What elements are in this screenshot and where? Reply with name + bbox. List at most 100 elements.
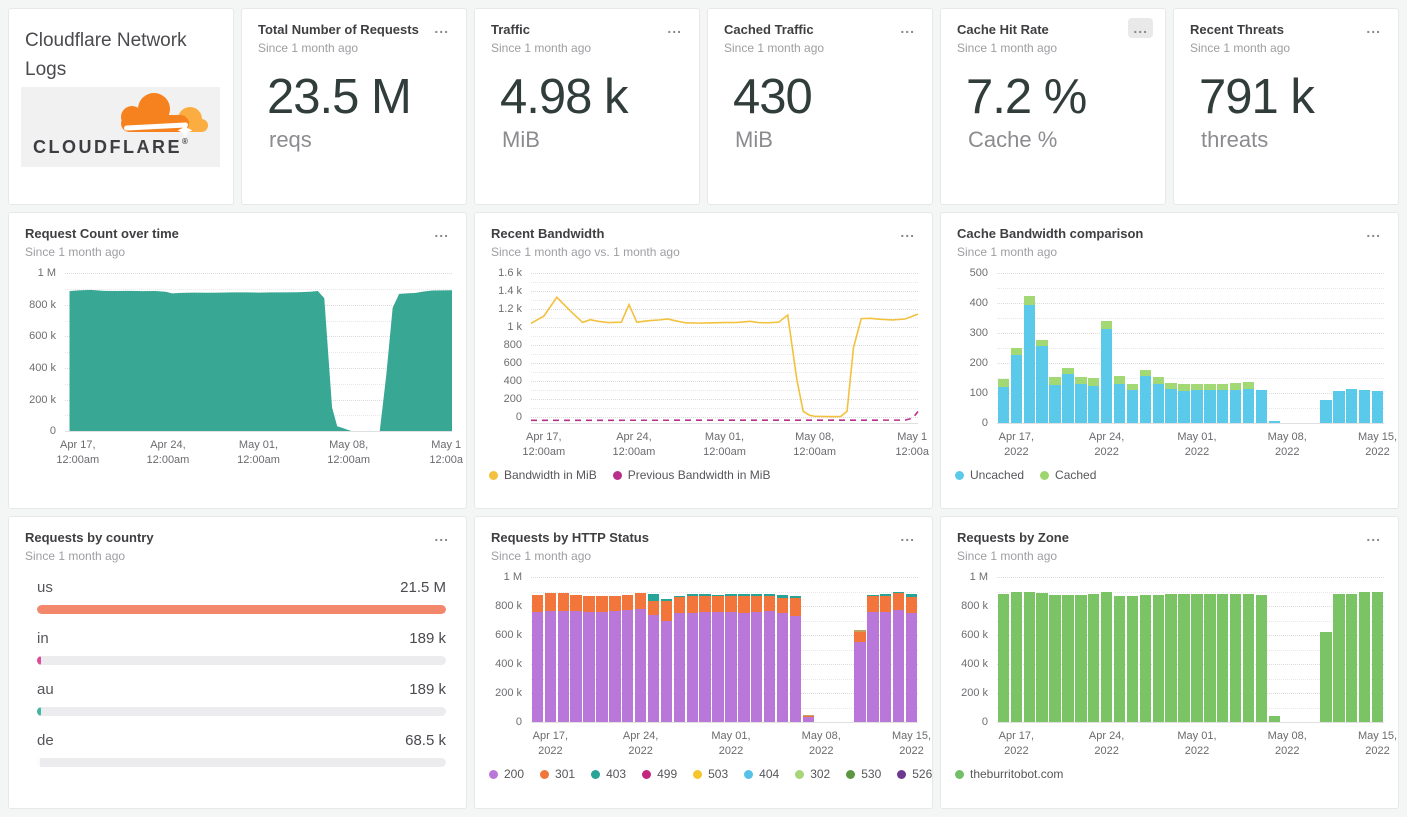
recent-bandwidth-chart[interactable]: 1.6 k 1.4 k 1.2 k 1 k 800 600 400 200 0: [498, 267, 919, 424]
panel-menu-icon[interactable]: ...: [895, 222, 920, 242]
chart-bar: [570, 594, 582, 723]
bar-segment: [997, 593, 1010, 723]
request-count-chart[interactable]: 1 M 800 k 600 k 400 k 200 k 0: [29, 267, 452, 437]
legend-item[interactable]: 403: [591, 767, 626, 781]
panel-menu-icon[interactable]: ...: [895, 526, 920, 546]
chart-bar: [1242, 594, 1255, 723]
x-axis-label: Apr 24, 12:00am: [146, 439, 190, 466]
panel-title: Requests by Zone: [957, 530, 1069, 545]
panel-subtitle: Since 1 month ago: [491, 549, 592, 564]
panel-traffic: Traffic Since 1 month ago ... 4.98 k MiB: [474, 8, 700, 205]
panel-title: Cached Traffic: [724, 22, 814, 37]
x-axis-label: Apr 24, 2022: [622, 730, 659, 757]
country-row-au: au 189 k: [37, 681, 446, 717]
chart-bar: [1229, 383, 1242, 424]
legend-item[interactable]: Uncached: [955, 468, 1024, 482]
legend-item[interactable]: theburritobot.com: [955, 767, 1063, 781]
cloudflare-cloud-icon: [121, 93, 208, 138]
chart-legend: Bandwidth in MiB Previous Bandwidth in Mi…: [489, 468, 932, 482]
chart-bar: [1139, 369, 1152, 424]
chart-bar: [647, 594, 660, 723]
legend-label: 404: [759, 767, 780, 782]
legend-label: Bandwidth in MiB: [504, 468, 597, 483]
chart-bar: [1320, 632, 1332, 723]
legend-dot-icon: [540, 769, 550, 779]
bar-segment: [1320, 632, 1332, 723]
panel-menu-icon[interactable]: ...: [1361, 526, 1386, 546]
panel-menu-icon[interactable]: ...: [662, 18, 687, 38]
legend-item[interactable]: 526: [897, 767, 932, 781]
zone-chart[interactable]: 1 M 800 k 600 k 400 k 200 k 0: [961, 571, 1384, 728]
y-axis-label: 600 k: [29, 330, 56, 343]
y-axis-label: 200: [503, 392, 522, 405]
bar-fill: [37, 605, 446, 615]
legend-item[interactable]: 200: [489, 767, 524, 781]
chart-bar: [1139, 594, 1152, 723]
y-axis-label: 1 M: [503, 571, 522, 584]
bar-segment: [699, 595, 711, 612]
legend-item[interactable]: 302: [795, 767, 830, 781]
y-axis-label: 500: [969, 267, 988, 280]
chart-bar: [997, 378, 1010, 424]
chart-bar: [712, 594, 724, 723]
legend-item[interactable]: 404: [744, 767, 779, 781]
bar-segment: [660, 600, 673, 621]
chart-bar: [699, 594, 711, 723]
bar-segment: [905, 596, 918, 613]
bar-segment: [1371, 391, 1384, 424]
legend-item[interactable]: Previous Bandwidth in MiB: [612, 468, 770, 482]
bar-segment: [1165, 594, 1177, 723]
panel-title: Requests by HTTP Status: [491, 530, 649, 545]
panel-menu-icon[interactable]: ...: [1361, 222, 1386, 242]
bar-segment: [1191, 383, 1203, 391]
panel-menu-icon[interactable]: ...: [429, 526, 454, 546]
chart-bar: [1255, 594, 1268, 723]
legend-item[interactable]: 503: [693, 767, 728, 781]
bar-segment: [634, 609, 647, 723]
legend-dot-icon: [795, 769, 805, 779]
panel-menu-icon[interactable]: ...: [895, 18, 920, 38]
bar-segment: [1346, 593, 1358, 723]
bar-segment: [725, 595, 737, 612]
chart-bar: [622, 594, 634, 723]
legend-item[interactable]: 499: [642, 767, 677, 781]
chart-bar: [789, 595, 802, 723]
bar-segment: [1010, 347, 1023, 355]
panel-subtitle: Since 1 month ago: [1190, 41, 1291, 56]
panel-requests-by-http-status: Requests by HTTP Status Since 1 month ag…: [474, 516, 933, 809]
x-axis-label: Apr 17, 12:00am: [56, 439, 100, 466]
x-axis-label: May 01, 2022: [1177, 730, 1217, 757]
panel-menu-icon[interactable]: ...: [1128, 18, 1153, 38]
bar-segment: [531, 595, 544, 612]
legend-label: theburritobot.com: [970, 767, 1064, 782]
x-axis-label: May 08, 12:00am: [793, 431, 837, 458]
bar-segment: [583, 611, 595, 723]
chart-bar: [763, 594, 776, 723]
http-status-chart[interactable]: 1 M 800 k 600 k 400 k 200 k 0: [495, 571, 918, 728]
panel-requests-by-zone: Requests by Zone Since 1 month ago ... 1…: [940, 516, 1399, 809]
legend-item[interactable]: Cached: [1040, 468, 1096, 482]
legend-item[interactable]: 301: [540, 767, 575, 781]
country-row-in: in 189 k: [37, 630, 446, 666]
chart-bar: [997, 593, 1010, 723]
chart-bar: [905, 594, 918, 723]
bar-segment: [1023, 296, 1035, 305]
x-axis-label: Apr 17, 2022: [532, 730, 569, 757]
legend-item[interactable]: Bandwidth in MiB: [489, 468, 597, 482]
country-value: 21.5 M: [400, 579, 446, 597]
chart-bar: [1242, 382, 1255, 424]
gridline: [997, 303, 1384, 305]
bar-segment: [738, 612, 750, 723]
x-axis-label: Apr 24, 2022: [1088, 431, 1125, 458]
panel-menu-icon[interactable]: ...: [429, 18, 454, 38]
legend-item[interactable]: 530: [846, 767, 881, 781]
bar-segment: [531, 611, 544, 723]
panel-menu-icon[interactable]: ...: [1361, 18, 1386, 38]
chart-bar: [686, 594, 698, 723]
chart-bar: [1010, 347, 1023, 424]
panel-menu-icon[interactable]: ...: [429, 222, 454, 242]
bar-segment: [1088, 593, 1100, 723]
cache-bandwidth-chart[interactable]: 500 400 300 200 100 0: [970, 267, 1384, 429]
chart-bar: [1320, 399, 1332, 424]
panel-subtitle: Since 1 month ago vs. 1 month ago: [491, 245, 680, 260]
